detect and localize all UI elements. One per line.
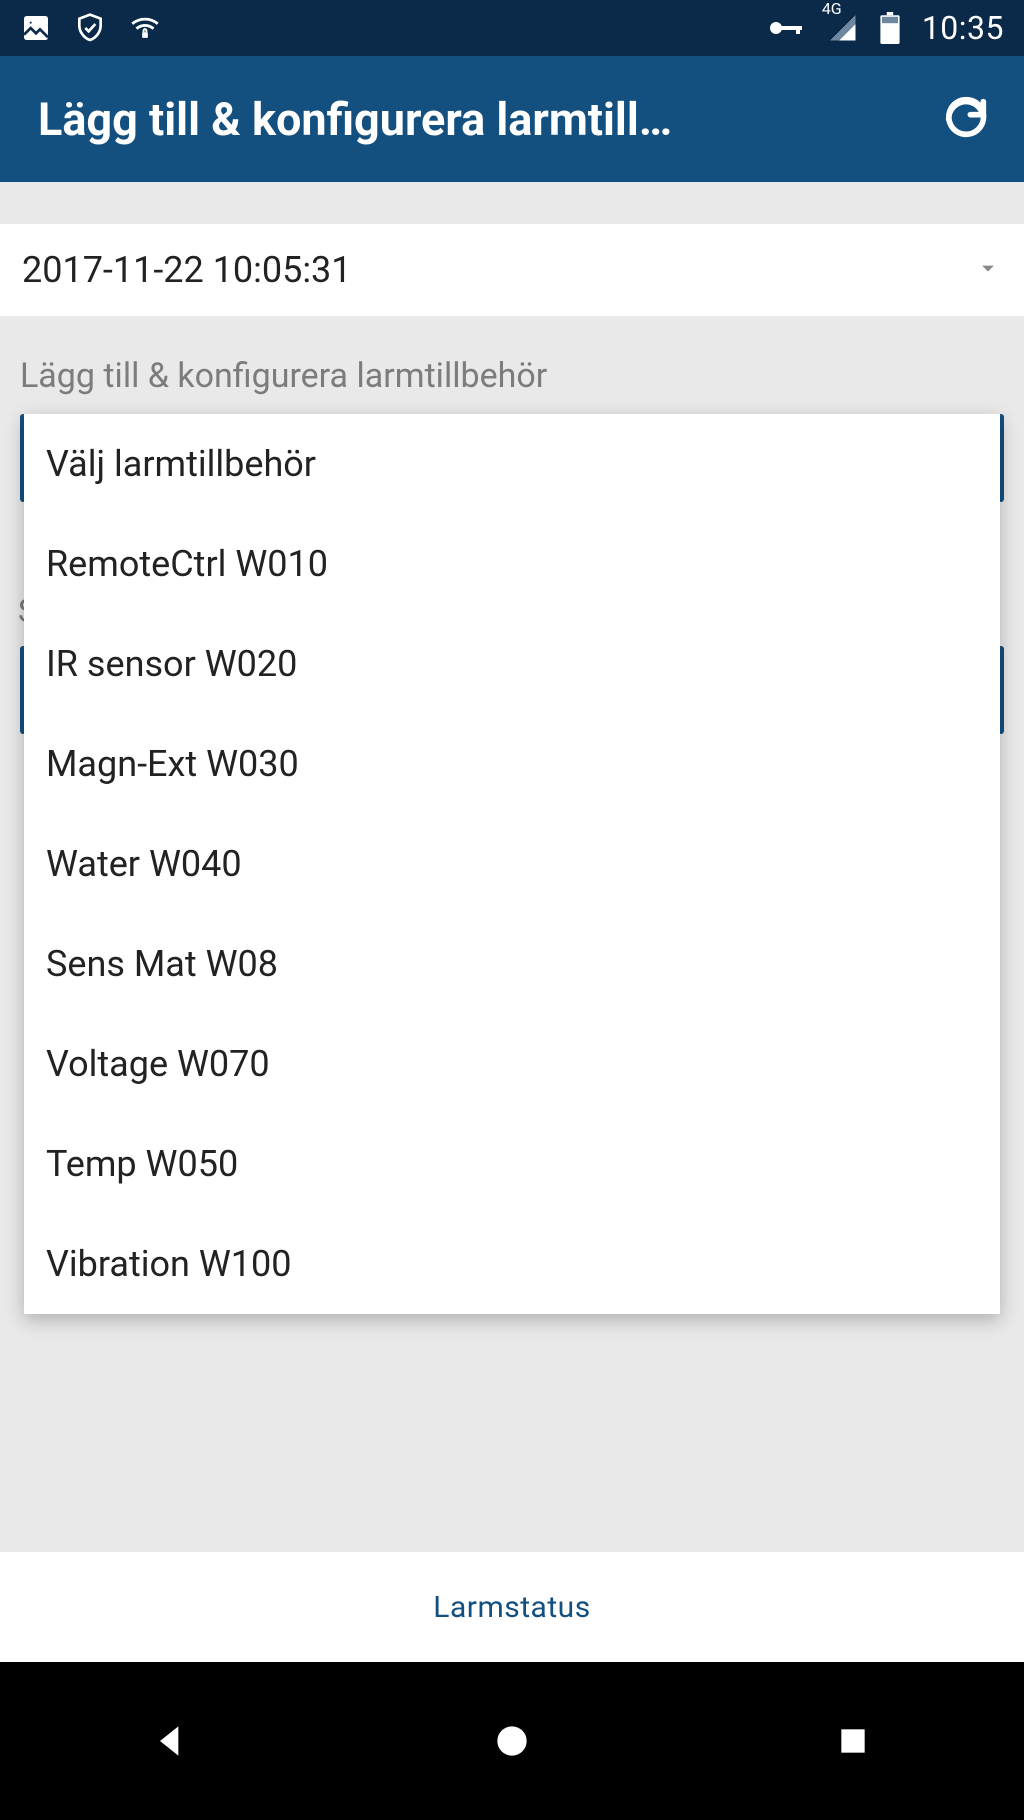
dropdown-option-label: Voltage W070 — [46, 1043, 270, 1085]
dropdown-option[interactable]: IR sensor W020 — [24, 614, 1000, 714]
system-nav-bar — [0, 1662, 1024, 1820]
home-button[interactable] — [412, 1691, 612, 1791]
dropdown-option-label: Water W040 — [46, 843, 242, 885]
status-left — [20, 11, 162, 45]
screen-root: 4G 10:35 Lägg till & konfigurera larmtil… — [0, 0, 1024, 1820]
dropdown-option[interactable]: Sens Mat W08 — [24, 914, 1000, 1014]
back-button[interactable] — [71, 1691, 271, 1791]
dropdown-option-label: Vibration W100 — [46, 1243, 291, 1285]
status-bar: 4G 10:35 — [0, 0, 1024, 56]
dropdown-option-label: Magn-Ext W030 — [46, 743, 299, 785]
bottom-nav[interactable]: Larmstatus — [0, 1552, 1024, 1662]
timestamp-value: 2017-11-22 10:05:31 — [22, 249, 352, 291]
app-bar: Lägg till & konfigurera larmtill… — [0, 56, 1024, 182]
bottom-nav-label: Larmstatus — [433, 1590, 590, 1625]
section-label: Lägg till & konfigurera larmtillbehör — [0, 316, 1024, 414]
image-icon — [20, 12, 52, 44]
dropdown-option-label: RemoteCtrl W010 — [46, 543, 328, 585]
dropdown-option[interactable]: Voltage W070 — [24, 1014, 1000, 1114]
dropdown-option[interactable]: Välj larmtillbehör — [24, 414, 1000, 514]
status-time: 10:35 — [922, 9, 1004, 47]
page-title: Lägg till & konfigurera larmtill… — [38, 93, 938, 146]
recents-button[interactable] — [753, 1691, 953, 1791]
refresh-button[interactable] — [938, 91, 994, 147]
wifi-lock-icon — [128, 11, 162, 45]
dropdown-option[interactable]: Magn-Ext W030 — [24, 714, 1000, 814]
dropdown-option-label: Sens Mat W08 — [46, 943, 278, 985]
spacer — [0, 182, 1024, 224]
dropdown-option[interactable]: Water W040 — [24, 814, 1000, 914]
dropdown-option-label: Temp W050 — [46, 1143, 238, 1185]
shield-check-icon — [74, 12, 106, 44]
dropdown-option-label: IR sensor W020 — [46, 643, 297, 685]
dropdown-option[interactable]: Vibration W100 — [24, 1214, 1000, 1314]
dropdown-option[interactable]: RemoteCtrl W010 — [24, 514, 1000, 614]
vpn-key-icon — [766, 16, 806, 40]
dropdown-option[interactable]: Temp W050 — [24, 1114, 1000, 1214]
dropdown-option-label: Välj larmtillbehör — [46, 443, 316, 485]
battery-icon — [880, 12, 900, 44]
status-right: 4G 10:35 — [766, 9, 1004, 47]
accessory-dropdown: Välj larmtillbehör RemoteCtrl W010 IR se… — [24, 414, 1000, 1314]
chevron-down-icon — [974, 254, 1002, 286]
network-label: 4G — [822, 0, 842, 18]
signal-4g-icon: 4G — [828, 13, 858, 43]
timestamp-row[interactable]: 2017-11-22 10:05:31 — [0, 224, 1024, 316]
